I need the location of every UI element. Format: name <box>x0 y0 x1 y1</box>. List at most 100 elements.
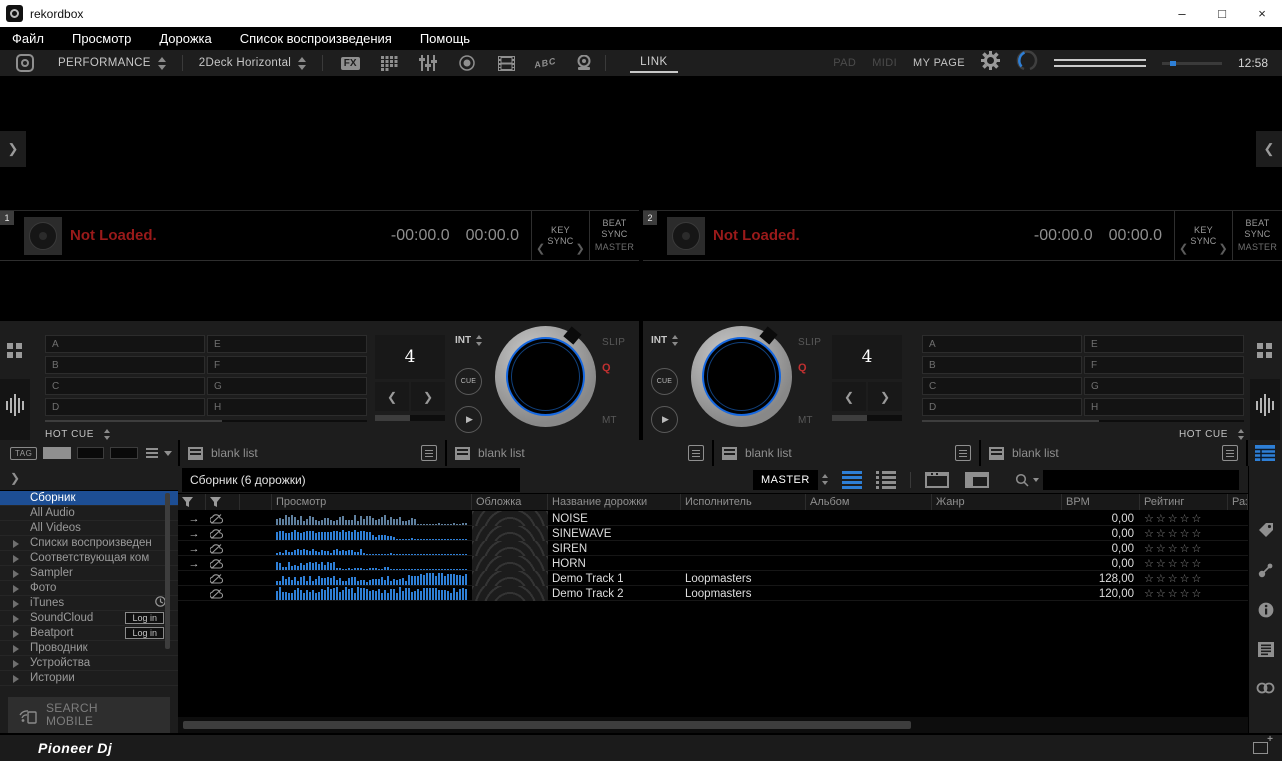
playlist-tab-2[interactable]: blank list <box>447 440 712 466</box>
waveform-preview[interactable] <box>276 587 472 600</box>
cell-genre[interactable] <box>932 541 1062 556</box>
cell-title[interactable]: NOISE <box>548 511 681 526</box>
mode-selector[interactable]: PERFORMANCE <box>52 57 172 70</box>
cell-artist[interactable]: Loopmasters <box>681 571 806 586</box>
waveform-preview[interactable] <box>276 557 472 570</box>
column-header-size[interactable]: Раз <box>1228 494 1248 510</box>
cell-bpm[interactable]: 0,00 <box>1062 526 1140 541</box>
color-filter-1[interactable] <box>77 447 105 459</box>
master-tempo-label[interactable]: MT <box>602 415 630 426</box>
scrollbar-thumb[interactable] <box>183 721 911 729</box>
layout-spinner-icon[interactable] <box>298 57 306 70</box>
track-list-icon[interactable] <box>1258 642 1274 662</box>
hot-cue-slot-e[interactable]: E <box>207 335 367 353</box>
master-tempo-label[interactable]: MT <box>798 415 826 426</box>
output-spinner-icon[interactable] <box>822 474 828 485</box>
list-view-button-active[interactable] <box>842 471 862 489</box>
hot-cue-slot-d[interactable]: D <box>45 398 205 416</box>
column-cloud-filter[interactable] <box>206 494 240 510</box>
cell-album[interactable] <box>806 586 932 601</box>
hot-cue-slot-a[interactable]: A <box>45 335 205 353</box>
tab-menu-icon[interactable] <box>421 445 437 461</box>
hot-cue-slot-f[interactable]: F <box>207 356 367 374</box>
cell-artist[interactable] <box>681 511 806 526</box>
beatport-login-button[interactable]: Log in <box>125 627 164 639</box>
volume-slider[interactable] <box>1162 62 1222 65</box>
cell-bpm[interactable]: 0,00 <box>1062 511 1140 526</box>
deck-2-play-mode[interactable]: INT <box>651 335 678 346</box>
hot-cue-spinner-icon[interactable] <box>1238 429 1244 440</box>
cell-album[interactable] <box>806 526 932 541</box>
beat-jump-back-button[interactable]: ❮ <box>832 382 866 411</box>
tab-menu-icon[interactable] <box>688 445 704 461</box>
waveform-preview[interactable] <box>276 512 472 525</box>
beat-jump-forward-button[interactable]: ❯ <box>868 382 902 411</box>
tab-menu-icon[interactable] <box>1222 445 1238 461</box>
sidebar-item-explorer[interactable]: Проводник <box>0 641 178 656</box>
hot-cue-slot-e[interactable]: E <box>1084 335 1244 353</box>
column-header-artist[interactable]: Исполнитель <box>681 494 806 510</box>
breadcrumb[interactable]: Сборник (6 дорожки) <box>182 468 520 492</box>
cell-genre[interactable] <box>932 511 1062 526</box>
hot-cue-spinner-icon[interactable] <box>104 429 110 440</box>
deck-2-hot-cue-mode[interactable]: HOT CUE <box>922 429 1244 440</box>
int-spinner-icon[interactable] <box>672 335 678 346</box>
deck-2-beat-sync-button[interactable]: BEAT SYNC MASTER <box>1232 211 1282 260</box>
search-input[interactable] <box>1043 470 1239 490</box>
hot-cue-slot-b[interactable]: B <box>922 356 1082 374</box>
cell-artist[interactable] <box>681 526 806 541</box>
close-button[interactable]: × <box>1242 0 1282 27</box>
sidebar-item-histories[interactable]: Истории <box>0 671 178 686</box>
detail-view-button[interactable] <box>876 471 896 489</box>
sidebar-item-soundcloud[interactable]: SoundCloudLog in <box>0 611 178 626</box>
cell-rating[interactable]: ☆☆☆☆☆ <box>1140 541 1228 556</box>
sidebar-item-collection[interactable]: Сборник <box>0 491 178 506</box>
hot-cue-slot-c[interactable]: C <box>45 377 205 395</box>
deck-1-time-display[interactable]: -00:00.0 00:00.0 <box>391 227 531 245</box>
column-header-album[interactable]: Альбом <box>806 494 932 510</box>
fx-icon[interactable]: FX <box>339 54 361 72</box>
deck-1-play-mode[interactable]: INT <box>455 335 482 346</box>
key-shift-down-icon[interactable]: ❮ <box>1179 244 1189 255</box>
deck-2-play-button[interactable]: ▶ <box>651 406 678 433</box>
deck-1-time-remaining[interactable]: -00:00.0 <box>391 227 450 245</box>
sidebar-scrollbar[interactable] <box>165 493 170 649</box>
mixer-icon[interactable] <box>417 54 439 72</box>
horizontal-scrollbar[interactable] <box>178 717 1248 733</box>
deck-1-cue-button[interactable]: CUE <box>455 368 482 395</box>
int-spinner-icon[interactable] <box>476 335 482 346</box>
menu-help[interactable]: Помощь <box>420 31 470 46</box>
deck-2-cue-button[interactable]: CUE <box>651 368 678 395</box>
pad-button[interactable]: PAD <box>833 57 856 69</box>
quantize-label[interactable]: Q <box>602 362 630 374</box>
cell-genre[interactable] <box>932 586 1062 601</box>
cell-artist[interactable]: Loopmasters <box>681 586 806 601</box>
slip-label[interactable]: SLIP <box>602 337 630 348</box>
expand-triangle-icon[interactable] <box>13 660 19 668</box>
column-queue-filter[interactable] <box>178 494 206 510</box>
soundcloud-login-button[interactable]: Log in <box>125 612 164 624</box>
hot-cue-slot-g[interactable]: G <box>207 377 367 395</box>
cell-rating[interactable]: ☆☆☆☆☆ <box>1140 526 1228 541</box>
waveform-panel-toggle[interactable] <box>1250 379 1280 440</box>
table-view-toggle[interactable] <box>1248 440 1282 466</box>
playlist-tab-1[interactable]: blank list <box>180 440 445 466</box>
split-view-side-button[interactable] <box>965 472 989 488</box>
hot-cue-slot-g[interactable]: G <box>1084 377 1244 395</box>
slip-label[interactable]: SLIP <box>798 337 826 348</box>
cell-rating[interactable]: ☆☆☆☆☆ <box>1140 511 1228 526</box>
column-header-genre[interactable]: Жанр <box>932 494 1062 510</box>
layout-selector[interactable]: 2Deck Horizontal <box>193 57 312 70</box>
column-header-preview[interactable]: Просмотр <box>272 494 472 510</box>
deck-1-play-button[interactable]: ▶ <box>455 406 482 433</box>
left-panel-expander[interactable]: ❯ <box>0 131 26 167</box>
pad-grid-icon[interactable] <box>378 54 400 72</box>
sidebar-item-photo[interactable]: Фото <box>0 581 178 596</box>
menu-playlist[interactable]: Список воспроизведения <box>240 31 392 46</box>
deck-2-master-label[interactable]: MASTER <box>1238 242 1277 253</box>
cell-album[interactable] <box>806 556 932 571</box>
key-shift-down-icon[interactable]: ❮ <box>536 244 546 255</box>
playlist-tab-4[interactable]: blank list <box>981 440 1246 466</box>
cell-genre[interactable] <box>932 556 1062 571</box>
cell-rating[interactable]: ☆☆☆☆☆ <box>1140 586 1228 601</box>
